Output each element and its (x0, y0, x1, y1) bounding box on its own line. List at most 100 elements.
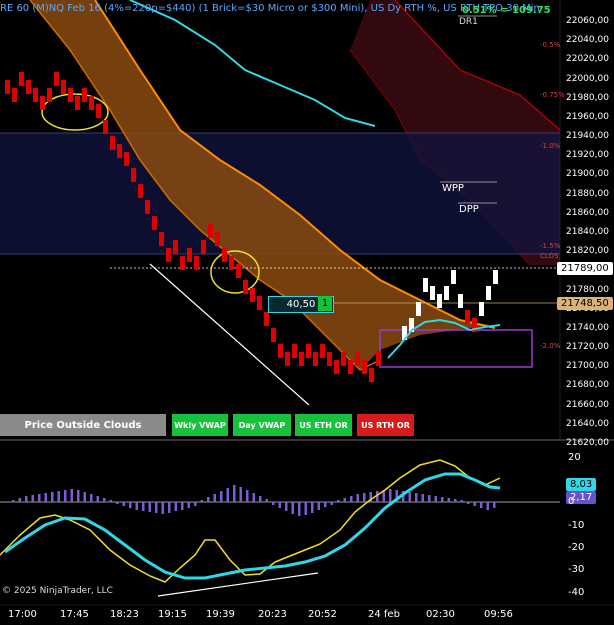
last-price-tag: 21789,00 (557, 262, 613, 275)
wkly-vwap-button[interactable]: Wkly VWAP (172, 414, 228, 436)
price-tick: 21880,00 (566, 188, 609, 199)
renko-brick (54, 72, 59, 86)
price-tick: 22000,00 (566, 73, 609, 84)
histogram-bar (129, 502, 132, 508)
pct-readout: 0.51% = 109.75 (462, 5, 551, 16)
renko-brick (278, 344, 283, 358)
price-tick: 21980,00 (566, 92, 609, 103)
histogram-bar (70, 489, 73, 502)
renko-brick (486, 286, 491, 300)
histogram-bar (122, 502, 125, 506)
histogram-bar (96, 496, 99, 502)
histogram-bar (90, 494, 93, 502)
histogram-bar (135, 502, 138, 510)
renko-brick (299, 352, 304, 366)
renko-brick (451, 270, 456, 284)
price-tick: 21820,00 (566, 246, 609, 257)
histogram-bar (187, 502, 190, 508)
cyan-vwap-line (129, 0, 376, 127)
clos-label: CLOS (540, 252, 559, 260)
time-tick: 19:39 (206, 609, 235, 620)
histogram-bar (330, 502, 333, 505)
histogram-bar (116, 502, 119, 504)
renko-brick (285, 352, 290, 366)
renko-brick (12, 88, 17, 102)
histogram-bar (356, 494, 359, 502)
time-tick: 20:23 (258, 609, 287, 620)
histogram-bar (213, 494, 216, 502)
histogram-bar (350, 496, 353, 502)
range-count-badge: 1 (318, 296, 332, 311)
price-tick: 21660,00 (566, 399, 609, 410)
histogram-bar (168, 502, 171, 513)
time-tick: 24 feb (368, 609, 400, 620)
renko-brick (208, 224, 213, 238)
renko-brick (376, 352, 381, 366)
histogram-bar (441, 497, 444, 502)
renko-brick (334, 360, 339, 374)
renko-brick (131, 168, 136, 182)
price-tick: 21860,00 (566, 207, 609, 218)
histogram-bar (51, 492, 54, 502)
renko-brick (250, 288, 255, 302)
renko-brick (68, 88, 73, 102)
price-tick: 21960,00 (566, 111, 609, 122)
renko-brick (479, 302, 484, 316)
renko-brick (159, 232, 164, 246)
indicator-tick: -40 (568, 587, 585, 598)
time-tick: 17:45 (60, 609, 89, 620)
renko-brick (117, 144, 122, 158)
price-tick: 22060,00 (566, 16, 609, 26)
renko-brick (369, 368, 374, 382)
histogram-bar (103, 498, 106, 502)
price-axis[interactable]: 22060,00 22040,00 22020,00 22000,00 21980,00… (562, 0, 614, 448)
pct-level-label: -1.5% (540, 242, 561, 250)
histogram-bar (298, 502, 301, 516)
renko-brick (194, 256, 199, 270)
renko-brick (348, 360, 353, 374)
renko-brick (264, 312, 269, 326)
day-vwap-button[interactable]: Day VWAP (233, 414, 291, 436)
histogram-bar (486, 502, 489, 510)
renko-brick (103, 120, 108, 134)
time-tick: 17:00 (8, 609, 37, 620)
histogram-bar (317, 502, 320, 510)
chart-title: RE 60 (M)NQ Feb 16 (4%=220p=$440) (1 Bri… (0, 3, 540, 14)
renko-brick (82, 88, 87, 102)
histogram-bar (57, 491, 60, 502)
indicator-tick: -30 (568, 564, 585, 575)
histogram-bar (200, 500, 203, 502)
histogram-bar (155, 502, 158, 513)
time-tick: 20:52 (308, 609, 337, 620)
renko-brick (229, 256, 234, 270)
us-eth-or-button[interactable]: US ETH OR (295, 414, 352, 436)
renko-brick (243, 280, 248, 294)
histogram-bar (239, 487, 242, 502)
price-outside-clouds-button[interactable]: Price Outside Clouds (0, 414, 166, 436)
copyright-notice: © 2025 NinjaTrader, LLC (2, 586, 113, 596)
dpp-label: DPP (459, 204, 479, 215)
histogram-bar (44, 493, 47, 502)
histogram-bar (38, 494, 41, 502)
renko-brick (423, 278, 428, 292)
dr1-label: DR1 (459, 17, 478, 27)
histogram-bar (142, 502, 145, 511)
histogram-bar (161, 502, 164, 514)
histogram-bar (233, 485, 236, 502)
histogram-bar (389, 489, 392, 502)
renko-brick (110, 136, 115, 150)
renko-brick (306, 344, 311, 358)
histogram-bar (434, 496, 437, 502)
indicator-axis[interactable]: 20 0 -10 -20 -30 -40 (562, 440, 614, 605)
pct-level-label: -0.5% (540, 41, 561, 49)
histogram-bar (252, 493, 255, 502)
yellow-oscillator-line (0, 459, 501, 583)
us-rth-or-button[interactable]: US RTH OR (357, 414, 414, 436)
pct-level-label: -2.0% (540, 342, 561, 350)
histogram-bar (304, 502, 307, 515)
time-axis[interactable]: 17:00 17:45 18:23 19:15 19:39 20:23 20:52 24 fe… (0, 607, 614, 625)
renko-brick (187, 248, 192, 262)
histogram-bar (428, 495, 431, 502)
histogram-bar (415, 493, 418, 502)
renko-brick (145, 200, 150, 214)
